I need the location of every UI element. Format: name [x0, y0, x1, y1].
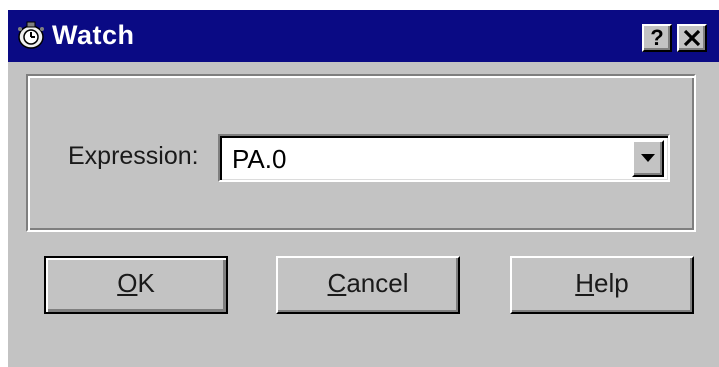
chevron-down-icon [641, 154, 655, 162]
expression-label: Expression: [68, 142, 199, 170]
expression-value[interactable]: PA.0 [232, 144, 286, 174]
cancel-mnemonic: C [327, 268, 347, 298]
help-mnemonic: H [575, 268, 595, 298]
title-help-button[interactable]: ? [642, 24, 672, 52]
title-close-button[interactable] [677, 24, 707, 52]
watch-icon [18, 21, 44, 49]
cancel-label: ancel [346, 268, 409, 298]
ok-mnemonic: O [117, 268, 138, 298]
close-icon [683, 29, 701, 47]
title-bar[interactable]: Watch ? [8, 10, 719, 62]
window-title: Watch [52, 20, 135, 50]
expression-combobox[interactable]: PA.0 [218, 134, 670, 182]
help-label: elp [594, 268, 629, 298]
ok-button[interactable]: OK [44, 256, 228, 314]
ok-label: K [137, 268, 155, 298]
dropdown-button[interactable] [632, 140, 664, 177]
help-button[interactable]: Help [510, 256, 694, 314]
cancel-button[interactable]: Cancel [276, 256, 460, 314]
help-icon: ? [650, 25, 664, 50]
